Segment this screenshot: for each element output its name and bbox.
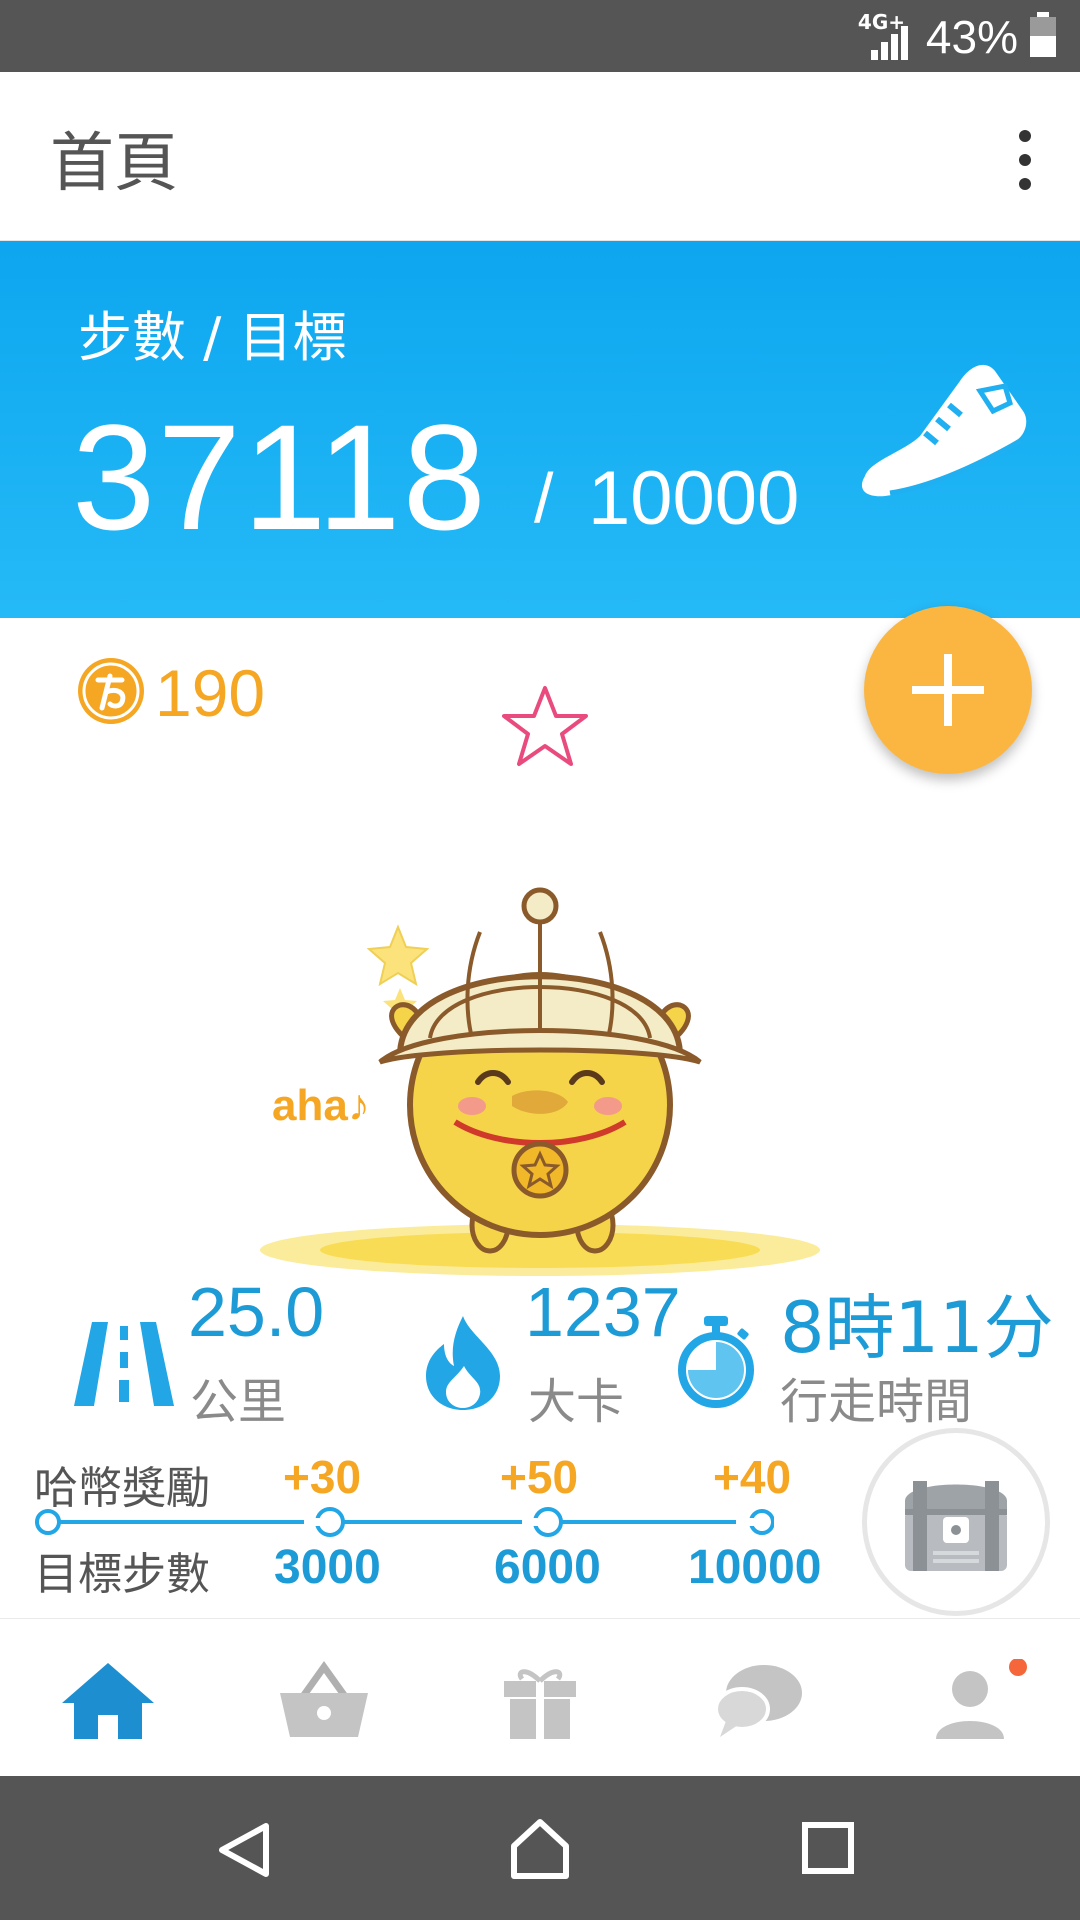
more-vert-icon[interactable] <box>1000 120 1050 200</box>
aha-coin-icon <box>78 658 144 724</box>
steps-count: 37118 <box>72 393 488 561</box>
running-shoe-icon <box>861 364 1027 497</box>
coin-balance: 190 <box>155 656 266 730</box>
page-title: 首頁 <box>50 127 178 201</box>
home-nav-icon[interactable] <box>508 1816 572 1880</box>
chat-icon <box>714 1665 802 1737</box>
nav-profile[interactable] <box>922 1658 1027 1741</box>
milestone-steps: 10000 <box>688 1541 822 1594</box>
steps-goal: 10000 <box>588 456 800 541</box>
steps-banner: 步數 / 目標 37118 / 10000 <box>0 241 1080 618</box>
notification-badge <box>1009 1658 1027 1676</box>
nav-chat[interactable] <box>706 1659 806 1741</box>
nav-home[interactable] <box>58 1659 158 1741</box>
stopwatch-icon <box>678 1316 754 1408</box>
milestone-steps: 6000 <box>494 1541 601 1594</box>
profile-icon <box>936 1658 1027 1739</box>
milestone-steps: 3000 <box>274 1541 381 1594</box>
milestone-start-dot <box>35 1509 61 1535</box>
battery-icon <box>1030 12 1056 57</box>
status-bar: 4G+ 43% <box>0 0 1080 72</box>
milestone-bonus: +40 <box>713 1451 792 1503</box>
steps-separator: / <box>534 459 554 537</box>
milestone-bonus: +30 <box>283 1451 362 1503</box>
distance-unit: 公里 <box>190 1374 287 1430</box>
app-bar: 首頁 <box>0 72 1080 241</box>
calories-unit: 大卡 <box>528 1374 625 1430</box>
calories-value: 1237 <box>525 1273 681 1351</box>
back-icon[interactable] <box>214 1820 274 1880</box>
steps-label: 步數 / 目標 <box>78 306 347 369</box>
recents-icon[interactable] <box>802 1822 854 1874</box>
nav-gift[interactable] <box>490 1659 590 1741</box>
star-icon[interactable] <box>500 684 590 770</box>
gift-icon <box>504 1669 576 1739</box>
mascot-illustration: aha♪ <box>260 887 820 1276</box>
signal-icon <box>871 26 908 60</box>
bottom-nav <box>0 1618 1080 1777</box>
goal-steps-label: 目標步數 <box>34 1549 210 1600</box>
treasure-chest-button[interactable] <box>862 1428 1050 1616</box>
walk-time-value: 8時11分 <box>780 1287 1054 1369</box>
treasure-chest-icon <box>905 1481 1007 1571</box>
add-button[interactable] <box>864 606 1032 774</box>
progress-gap-mask <box>304 1518 762 1526</box>
plus-icon <box>912 654 984 726</box>
distance-value: 25.0 <box>188 1273 325 1351</box>
basket-icon <box>280 1660 368 1737</box>
nav-shop[interactable] <box>274 1659 374 1741</box>
road-icon <box>74 1322 174 1406</box>
mascot-aha-text: aha♪ <box>272 1081 370 1130</box>
walk-time-unit: 行走時間 <box>780 1374 973 1430</box>
fire-icon <box>426 1316 500 1410</box>
milestone-bonus: +50 <box>500 1451 579 1503</box>
system-nav-bar <box>0 1776 1080 1920</box>
battery-percent: 43% <box>925 11 1018 63</box>
home-icon <box>62 1663 154 1739</box>
